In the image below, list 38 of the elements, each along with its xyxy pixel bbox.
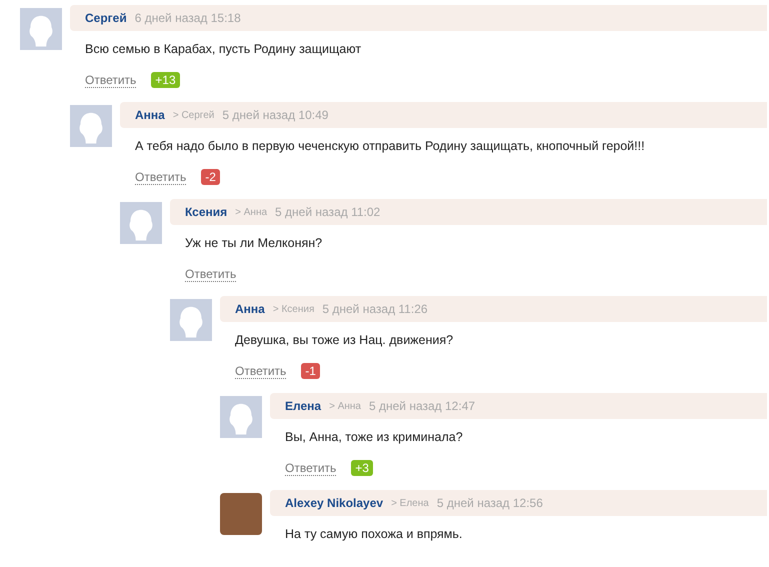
avatar-silhouette-icon: [120, 202, 162, 244]
author-link[interactable]: Анна: [235, 300, 265, 318]
author-link[interactable]: Alexey Nikolayev: [285, 494, 384, 512]
comment-text: А тебя надо было в первую чеченскую отправить Родину защищать, кнопочный герой!!!: [134, 138, 646, 155]
timestamp: 5 дней назад 11:26: [322, 301, 428, 318]
author-link[interactable]: Анна: [135, 106, 165, 124]
author-link[interactable]: Сергей: [85, 9, 127, 27]
reply-to-label: > Сергей: [172, 108, 214, 122]
timestamp: 6 дней назад 15:18: [134, 10, 241, 27]
reply-to-label: > Ксения: [272, 302, 314, 316]
score-badge: +13: [151, 72, 180, 88]
reply-to-label: > Елена: [391, 496, 429, 510]
score-badge: +3: [351, 460, 373, 476]
comment-text: Девушка, вы тоже из Нац. движения?: [234, 332, 454, 349]
comment-text: Вы, Анна, тоже из криминала?: [284, 429, 464, 446]
avatar-silhouette-icon: [220, 396, 262, 438]
score-badge: -1: [301, 363, 320, 379]
photo-placeholder: [220, 493, 262, 535]
timestamp: 5 дней назад 10:49: [222, 107, 328, 124]
comment-text: На ту самую похожа и впрямь.: [284, 526, 464, 543]
timestamp: 5 дней назад 12:47: [368, 398, 476, 415]
author-link[interactable]: Ксения: [185, 203, 228, 221]
reply-link[interactable]: Ответить: [185, 266, 236, 282]
reply-to-label: > Анна: [329, 400, 361, 414]
avatar-silhouette-icon: [70, 105, 112, 147]
comment-text: Всю семью в Карабах, пусть Родину защищают: [84, 41, 362, 58]
reply-link[interactable]: Ответить: [135, 170, 186, 184]
score-badge: -2: [201, 169, 220, 185]
reply-link[interactable]: Ответить: [285, 460, 336, 476]
author-link[interactable]: Елена: [285, 397, 322, 415]
avatar-silhouette-icon: [170, 299, 212, 341]
reply-link[interactable]: Ответить: [85, 72, 136, 88]
reply-link[interactable]: Ответить: [235, 364, 286, 378]
timestamp: 5 дней назад 12:56: [436, 495, 543, 512]
reply-to-label: > Анна: [235, 206, 268, 220]
comment-text: Уж не ты ли Мелконян?: [184, 235, 324, 252]
avatar-silhouette-icon: [20, 8, 62, 50]
timestamp: 5 дней назад 11:02: [275, 204, 380, 221]
